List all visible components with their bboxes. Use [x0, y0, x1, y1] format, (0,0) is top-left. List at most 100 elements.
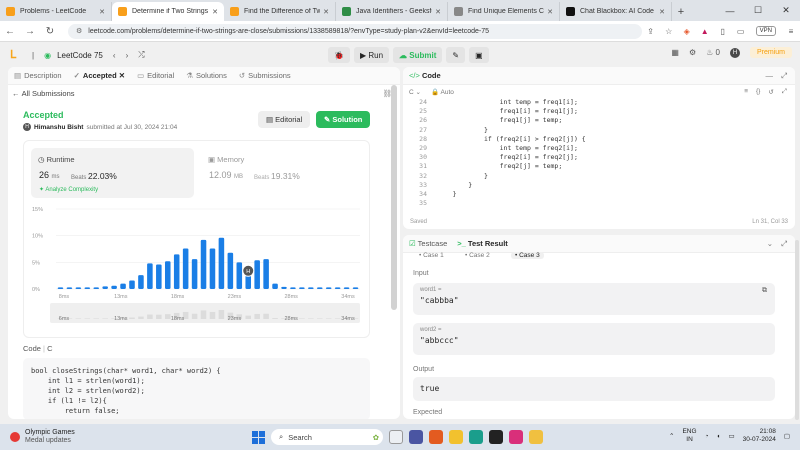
tray-chevron-icon[interactable]: ⌃: [669, 432, 674, 440]
sidebar-icon[interactable]: ▯: [714, 27, 732, 36]
edge-icon[interactable]: [469, 430, 483, 444]
battery-icon[interactable]: ▭: [728, 432, 734, 440]
chart-bar[interactable]: [111, 285, 117, 289]
clock[interactable]: 21:08 30-07-2024: [743, 428, 776, 444]
reload-icon[interactable]: ↻: [40, 26, 60, 37]
runtime-distribution-chart[interactable]: 15% 10% 5% 0% H 8ms 13ms 18ms 23ms 28ms 34ms 6ms 13m…: [30, 203, 366, 333]
close-tab-icon[interactable]: ✕: [119, 71, 125, 80]
browser-tab[interactable]: Chat Blackbox: AI Code Genera✕: [560, 2, 672, 21]
volume-icon[interactable]: ◖: [717, 433, 721, 440]
avatar[interactable]: H: [729, 47, 740, 58]
streak[interactable]: ♨ 0: [706, 48, 720, 57]
close-tab-icon[interactable]: ✕: [547, 8, 553, 16]
reset-icon[interactable]: ↺: [768, 88, 773, 96]
close-tab-icon[interactable]: ✕: [99, 8, 105, 16]
site-info-icon[interactable]: ⚙: [76, 27, 82, 35]
brave-icon[interactable]: [429, 430, 443, 444]
chart-bar[interactable]: [75, 287, 82, 289]
task-view-icon[interactable]: [389, 430, 403, 444]
chart-bar[interactable]: [102, 286, 108, 289]
copy-icon[interactable]: ⧉: [762, 287, 767, 295]
chart-bar[interactable]: [272, 283, 278, 289]
chart-bar[interactable]: [316, 287, 323, 289]
menu-icon[interactable]: ≡: [782, 27, 800, 36]
browser-tab[interactable]: Determine if Two Strings A ✕: [112, 2, 224, 21]
chart-bar[interactable]: [334, 287, 341, 289]
chart-bar[interactable]: [191, 259, 198, 289]
close-tab-icon[interactable]: ✕: [323, 8, 329, 16]
chart-bar[interactable]: [263, 259, 269, 289]
right-scrollbar[interactable]: [795, 240, 799, 420]
chart-bar[interactable]: [84, 287, 91, 289]
brave-shield-icon[interactable]: ◈: [678, 27, 696, 36]
notification-icon[interactable]: ▢: [784, 432, 790, 440]
submit-button[interactable]: ☁ Submit: [393, 47, 443, 63]
fullscreen-result-icon[interactable]: ⤢: [781, 239, 787, 249]
chart-bar[interactable]: [290, 287, 296, 289]
tab-submissions[interactable]: ↺ Submissions: [239, 71, 291, 80]
chart-bar[interactable]: [156, 264, 162, 289]
wallet-icon[interactable]: ▭: [732, 27, 750, 36]
chart-bar[interactable]: [129, 280, 135, 289]
language-select[interactable]: C ⌄: [409, 88, 421, 96]
browser-tab[interactable]: Java Identifiers - GeeksforGeeks✕: [336, 2, 448, 21]
editorial-button[interactable]: ▤ Editorial: [258, 111, 311, 128]
shuffle-icon[interactable]: ⤮: [138, 50, 144, 60]
solution-button[interactable]: ✎ Solution: [316, 111, 371, 128]
analyze-complexity-link[interactable]: ✦ Analyze Complexity: [39, 186, 98, 193]
chart-bar[interactable]: [325, 287, 332, 289]
minimize-button[interactable]: —: [716, 6, 744, 16]
tab-accepted[interactable]: ✓ Accepted ✕: [74, 71, 125, 80]
close-window-button[interactable]: ✕: [772, 5, 800, 16]
chart-bar[interactable]: [200, 239, 207, 289]
notes-button[interactable]: ✎: [446, 47, 466, 63]
run-button[interactable]: ▶ Run: [353, 47, 390, 63]
chart-bar[interactable]: [164, 261, 171, 289]
taskbar-search[interactable]: ⌕ Search ✿: [271, 429, 383, 445]
chart-bar[interactable]: [57, 287, 64, 289]
chart-bar[interactable]: [227, 252, 234, 289]
all-submissions-link[interactable]: ← All Submissions ⛓: [8, 85, 400, 101]
runtime-box[interactable]: ◷ Runtime 26 ms Beats 22.03% ✦ Analyze C…: [31, 148, 194, 198]
vpn-button[interactable]: VPN: [755, 26, 776, 36]
chart-bar[interactable]: [138, 275, 144, 289]
chart-bar[interactable]: [173, 254, 180, 289]
fullscreen-icon[interactable]: ⤢: [781, 71, 787, 81]
rewards-icon[interactable]: ▲: [696, 27, 714, 36]
chart-bar[interactable]: [93, 287, 100, 289]
news-widget[interactable]: Olympic Games Medal updates: [10, 429, 75, 445]
collapse-icon[interactable]: ⌄: [767, 239, 773, 249]
close-tab-icon[interactable]: ✕: [212, 8, 218, 16]
autocomplete-mode[interactable]: 🔒 Auto: [431, 88, 454, 96]
new-tab-button[interactable]: +: [672, 2, 690, 21]
chart-bar[interactable]: [254, 260, 260, 289]
browser-tab[interactable]: Find Unique Elements C ✕: [448, 2, 560, 21]
tab-editorial[interactable]: ▭ Editorial: [137, 71, 174, 80]
format-icon[interactable]: ≡: [744, 88, 748, 96]
case-1-tab[interactable]: • Case 1: [419, 252, 444, 259]
windows-start-icon[interactable]: [252, 430, 265, 444]
braces-icon[interactable]: {}: [756, 88, 760, 96]
file-explorer-icon[interactable]: [449, 430, 463, 444]
chart-bar[interactable]: [66, 287, 73, 289]
whiteboard-button[interactable]: ▣: [469, 47, 489, 63]
leetcode-logo-icon[interactable]: ᒪ: [10, 49, 22, 61]
share-icon[interactable]: ⇪: [642, 27, 660, 36]
teams-icon[interactable]: [409, 430, 423, 444]
chart-bar[interactable]: [281, 286, 287, 289]
premium-button[interactable]: Premium: [749, 47, 792, 58]
chart-bar[interactable]: [299, 287, 305, 289]
maximize-button[interactable]: ☐: [744, 5, 772, 16]
layout-icon[interactable]: ▦: [671, 48, 679, 57]
minimize-panel-icon[interactable]: —: [766, 71, 774, 81]
notes-icon[interactable]: [529, 430, 543, 444]
instagram-icon[interactable]: [509, 430, 523, 444]
memory-label[interactable]: ▣ Memory: [208, 155, 244, 164]
author-name[interactable]: Himanshu Bisht: [34, 124, 83, 131]
chart-bar[interactable]: [236, 262, 243, 289]
wifi-icon[interactable]: ◔: [705, 433, 709, 440]
chart-bar[interactable]: [218, 237, 225, 289]
chart-bar[interactable]: [209, 248, 216, 289]
close-tab-icon[interactable]: ✕: [659, 8, 665, 16]
chart-bar[interactable]: [343, 287, 350, 289]
